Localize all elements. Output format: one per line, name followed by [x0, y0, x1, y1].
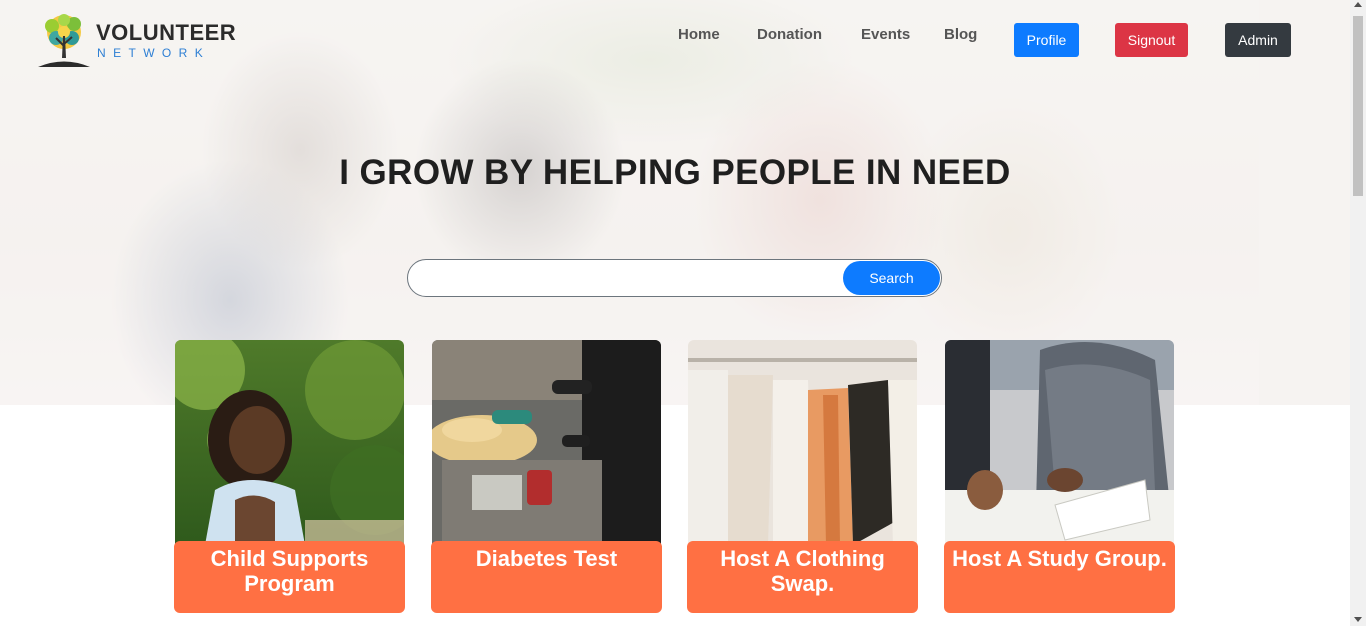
- card-title: Host A Clothing Swap.: [687, 541, 918, 613]
- vertical-scrollbar[interactable]: [1350, 0, 1366, 626]
- nav-donation-link[interactable]: Donation: [757, 26, 822, 43]
- admin-button[interactable]: Admin: [1225, 23, 1291, 57]
- search-button[interactable]: Search: [843, 261, 940, 295]
- scroll-down-arrow-icon[interactable]: [1354, 617, 1362, 622]
- tree-icon: [38, 14, 90, 67]
- child-photo: [175, 340, 404, 545]
- search-bar: Search: [407, 259, 942, 297]
- signout-button[interactable]: Signout: [1115, 23, 1188, 57]
- study-group-photo: [945, 340, 1174, 545]
- logo[interactable]: VOLUNTEER NETWORK: [36, 12, 236, 70]
- clothing-rack-photo: [688, 340, 917, 545]
- card-title: Host A Study Group.: [944, 541, 1175, 613]
- hero-side-panel: [1259, 0, 1350, 405]
- page: VOLUNTEER NETWORK Home Donation Events B…: [0, 0, 1366, 626]
- nav-blog-link[interactable]: Blog: [944, 26, 977, 43]
- scroll-thumb[interactable]: [1353, 16, 1363, 196]
- event-card[interactable]: Child Supports Program: [174, 340, 405, 613]
- profile-button[interactable]: Profile: [1014, 23, 1079, 57]
- hero-headline: I GROW BY HELPING PEOPLE IN NEED: [0, 153, 1350, 193]
- logo-subtitle: NETWORK: [97, 46, 211, 60]
- nav-events-link[interactable]: Events: [861, 26, 910, 43]
- event-card[interactable]: Host A Clothing Swap.: [687, 340, 918, 613]
- scroll-up-arrow-icon[interactable]: [1354, 2, 1362, 7]
- logo-title: VOLUNTEER: [96, 20, 237, 45]
- food-drive-photo: [432, 340, 661, 545]
- nav-home-link[interactable]: Home: [678, 26, 720, 43]
- search-input[interactable]: [422, 268, 832, 288]
- hero-headline-text: I GROW BY HELPING PEOPLE IN NEED: [339, 153, 1011, 192]
- card-title: Diabetes Test: [431, 541, 662, 613]
- card-title: Child Supports Program: [174, 541, 405, 613]
- event-card[interactable]: Host A Study Group.: [944, 340, 1175, 613]
- event-card[interactable]: Diabetes Test: [431, 340, 662, 613]
